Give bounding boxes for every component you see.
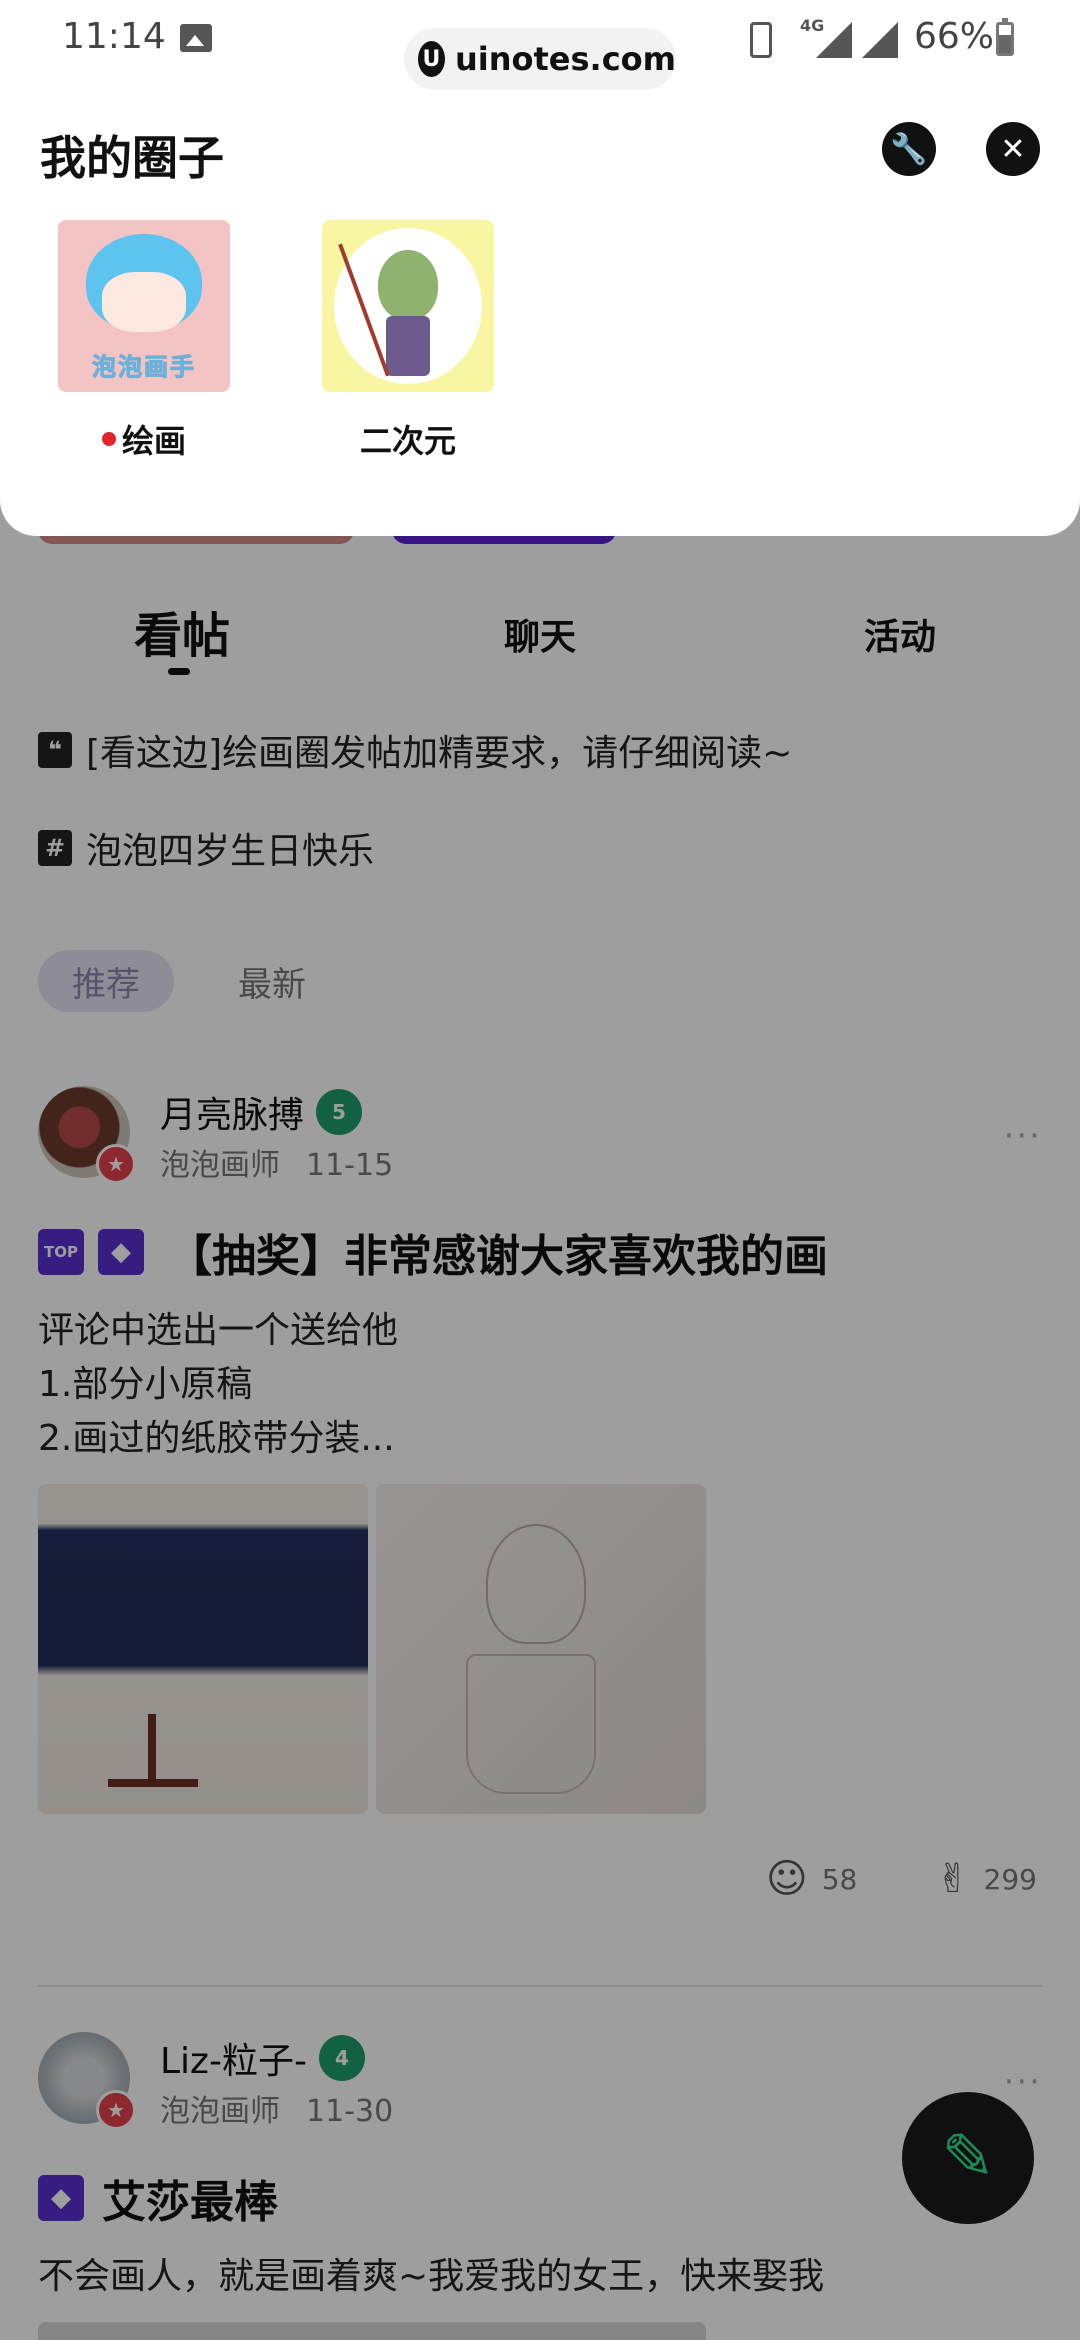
url-text: uinotes.com (454, 40, 676, 78)
site-logo-icon: U (418, 41, 445, 77)
battery-icon (996, 18, 1014, 56)
circle-item[interactable]: 泡泡画手 绘画 (58, 220, 230, 462)
close-icon[interactable]: ✕ (986, 122, 1040, 176)
status-bar: 11:14 U uinotes.com 4G 66% (0, 0, 1080, 90)
vibrate-icon (750, 22, 772, 58)
circle-cover (322, 220, 494, 392)
circle-name: 二次元 (322, 416, 494, 462)
circle-name-text: 绘画 (121, 422, 186, 460)
unread-dot-icon (101, 432, 116, 446)
my-circles-sheet: 11:14 U uinotes.com 4G 66% 我的圈子 🔧 ✕ 泡泡画手… (0, 0, 1080, 536)
battery-level (999, 34, 1011, 53)
circle-cover-text: 泡泡画手 (92, 353, 196, 382)
circle-name: 绘画 (58, 416, 230, 462)
signal-icon (862, 22, 898, 58)
battery-percent: 66% (914, 16, 995, 57)
circle-item[interactable]: 二次元 (322, 220, 494, 462)
signal-icon (816, 22, 852, 58)
circle-cover: 泡泡画手 (58, 220, 230, 392)
circle-name-text: 二次元 (359, 422, 456, 460)
gallery-notification-icon (180, 24, 212, 52)
sheet-title: 我的圈子 (40, 131, 224, 185)
status-time: 11:14 (62, 16, 166, 57)
manage-wrench-icon[interactable]: 🔧 (882, 122, 936, 176)
url-pill: U uinotes.com (404, 28, 676, 90)
